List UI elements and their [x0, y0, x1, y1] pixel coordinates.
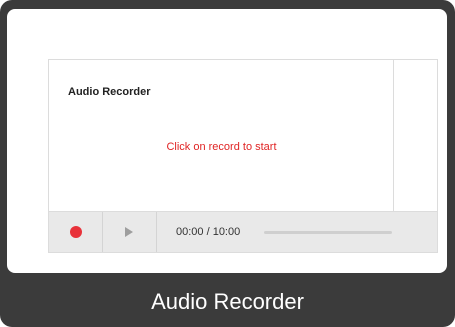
recorder-title: Audio Recorder: [68, 86, 151, 98]
progress-bar[interactable]: [264, 231, 392, 234]
audio-recorder-widget: Audio Recorder Click on record to start …: [48, 59, 438, 253]
recorder-card: Audio Recorder Click on record to start …: [0, 0, 455, 327]
recorder-status-message: Click on record to start: [166, 141, 277, 153]
record-icon: [69, 226, 82, 238]
card-preview-area: Audio Recorder Click on record to start …: [7, 9, 447, 273]
time-display: 00:00 / 10:00: [176, 226, 241, 238]
record-button[interactable]: [49, 212, 103, 252]
play-icon: [125, 227, 133, 237]
play-button[interactable]: [102, 212, 157, 252]
recorder-panel: Audio Recorder Click on record to start: [49, 60, 394, 211]
recorder-controls: 00:00 / 10:00: [49, 211, 437, 252]
card-caption: Audio Recorder: [151, 289, 304, 314]
